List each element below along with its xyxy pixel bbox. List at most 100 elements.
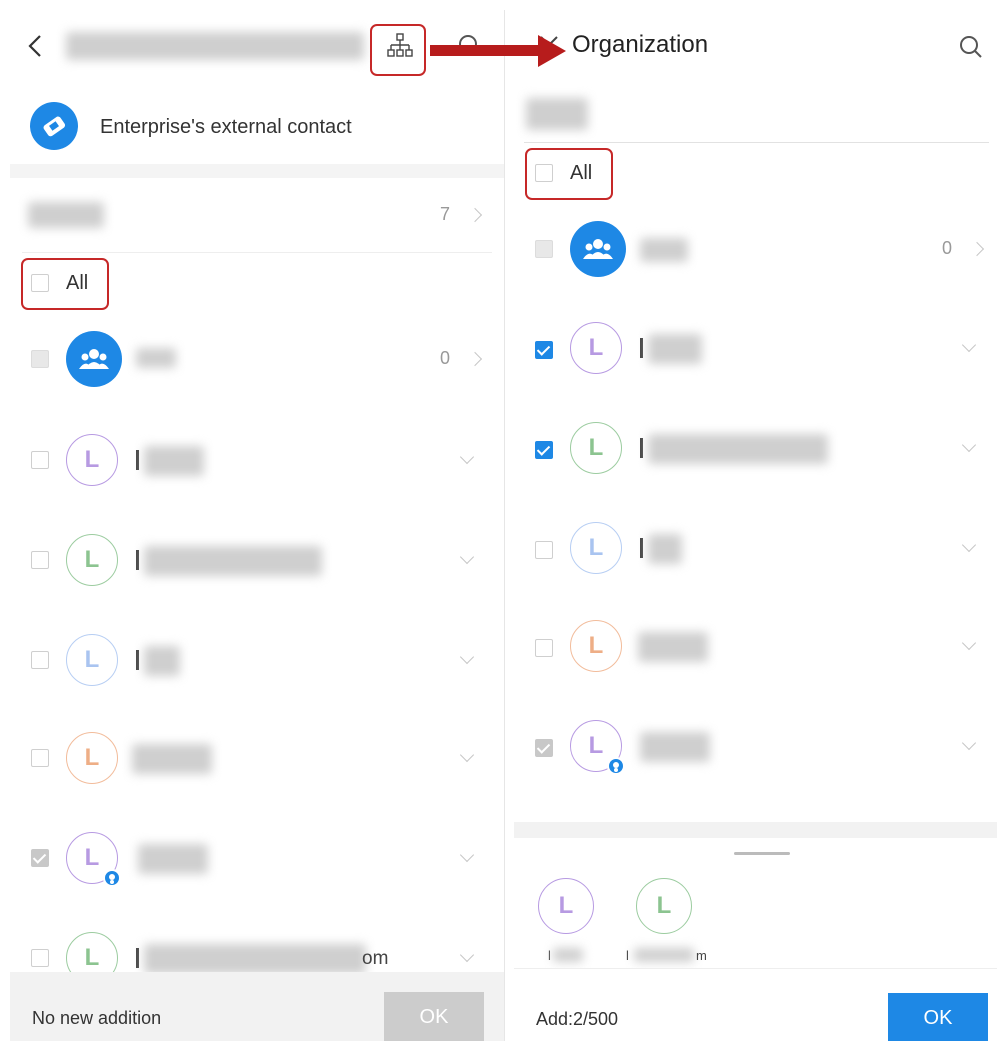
group-checkbox (535, 240, 553, 258)
page-title: Organization (572, 31, 709, 58)
search-icon[interactable] (958, 34, 984, 60)
name-initial-mark (640, 438, 643, 458)
blurred-group-name (136, 348, 176, 368)
divider (22, 252, 492, 253)
blurred-member-name (648, 334, 702, 364)
footer-status: No new addition (32, 1008, 162, 1028)
selected-name-start: l (548, 948, 551, 963)
member-checkbox[interactable] (31, 749, 49, 767)
department-count: 7 (440, 204, 451, 224)
avatar: L (66, 634, 118, 686)
external-contact-row[interactable]: Enterprise's external contact (10, 90, 504, 164)
selected-item[interactable]: L l m (626, 878, 722, 968)
left-footer: No new addition OK (10, 972, 504, 1041)
blurred-member-name (138, 844, 208, 874)
name-initial-mark (136, 450, 139, 470)
handshake-icon (30, 102, 78, 150)
avatar: L (570, 720, 625, 775)
member-row[interactable]: L (514, 518, 997, 578)
chevron-down-icon[interactable] (961, 437, 977, 453)
member-checkbox (535, 739, 553, 757)
member-name-suffix: om (362, 948, 389, 969)
right-footer: Add:2/500 OK (514, 968, 997, 1041)
member-checkbox[interactable] (31, 451, 49, 469)
chevron-down-icon[interactable] (459, 947, 475, 963)
member-checkbox[interactable] (535, 541, 553, 559)
member-row[interactable]: L (514, 716, 997, 776)
group-checkbox (31, 350, 49, 368)
name-initial-mark (640, 338, 643, 358)
member-checkbox[interactable] (535, 341, 553, 359)
chevron-down-icon[interactable] (961, 537, 977, 553)
member-row[interactable]: L (10, 430, 504, 490)
highlight-select-all (525, 148, 613, 200)
member-checkbox[interactable] (31, 551, 49, 569)
chevron-down-icon[interactable] (961, 735, 977, 751)
user-badge-icon (607, 757, 625, 775)
member-checkbox[interactable] (31, 651, 49, 669)
selected-item[interactable]: L l (536, 878, 596, 968)
selected-name-start: l (626, 948, 629, 963)
avatar: L (570, 422, 622, 474)
member-checkbox[interactable] (31, 949, 49, 967)
member-row[interactable]: L (10, 828, 504, 888)
group-row[interactable]: 0 (10, 328, 504, 390)
member-row[interactable]: L (10, 728, 504, 788)
avatar: L (570, 620, 622, 672)
drag-handle[interactable] (734, 852, 790, 855)
group-row[interactable]: 0 (514, 218, 997, 280)
name-initial-mark (136, 650, 139, 670)
blurred-selected-name (634, 948, 694, 962)
back-arrow-icon[interactable] (24, 32, 48, 60)
group-count: 0 (440, 348, 451, 368)
member-row[interactable]: L (10, 530, 504, 590)
ok-button[interactable]: OK (888, 993, 988, 1041)
name-initial-mark (640, 538, 643, 558)
member-checkbox[interactable] (535, 639, 553, 657)
avatar: L (66, 534, 118, 586)
avatar: L (66, 832, 121, 887)
member-row[interactable]: L (514, 418, 997, 478)
divider (524, 142, 989, 143)
member-checkbox[interactable] (535, 441, 553, 459)
department-row[interactable]: 7 (10, 180, 504, 252)
chevron-down-icon[interactable] (459, 847, 475, 863)
member-row[interactable]: L (514, 616, 997, 676)
blurred-selected-name (553, 948, 583, 962)
blurred-group-name (640, 238, 688, 262)
chevron-down-icon[interactable] (961, 635, 977, 651)
blurred-member-name (640, 732, 710, 762)
blurred-member-name (144, 646, 180, 676)
add-status: Add:2/500 (536, 1009, 619, 1029)
ok-button[interactable]: OK (384, 992, 484, 1041)
chevron-down-icon[interactable] (459, 649, 475, 665)
name-initial-mark (136, 550, 139, 570)
blurred-member-name (144, 944, 366, 974)
name-initial-mark (136, 948, 139, 968)
blurred-member-name (144, 546, 322, 576)
highlight-org-structure (370, 24, 426, 76)
external-contact-label: Enterprise's external contact (100, 116, 352, 138)
blurred-member-name (648, 534, 682, 564)
highlight-select-all (21, 258, 109, 310)
blurred-member-name (648, 434, 828, 464)
member-row[interactable]: L (10, 630, 504, 690)
chevron-right-icon (467, 207, 483, 223)
blurred-member-name (144, 446, 204, 476)
member-row[interactable]: L (514, 318, 997, 378)
avatar: L (636, 878, 692, 934)
chevron-down-icon[interactable] (459, 549, 475, 565)
right-panel: Organization All 0 L L L L L L l L l m A… (514, 10, 997, 1041)
chevron-right-icon (467, 351, 483, 367)
chevron-down-icon[interactable] (459, 449, 475, 465)
blurred-breadcrumb (526, 98, 588, 130)
blurred-enterprise-name (66, 32, 364, 60)
chevron-right-icon (969, 241, 985, 257)
avatar: L (66, 732, 118, 784)
user-badge-icon (103, 869, 121, 887)
chevron-down-icon[interactable] (459, 747, 475, 763)
avatar: L (570, 522, 622, 574)
selected-name-end: m (696, 948, 707, 963)
group-icon (570, 221, 626, 277)
chevron-down-icon[interactable] (961, 337, 977, 353)
